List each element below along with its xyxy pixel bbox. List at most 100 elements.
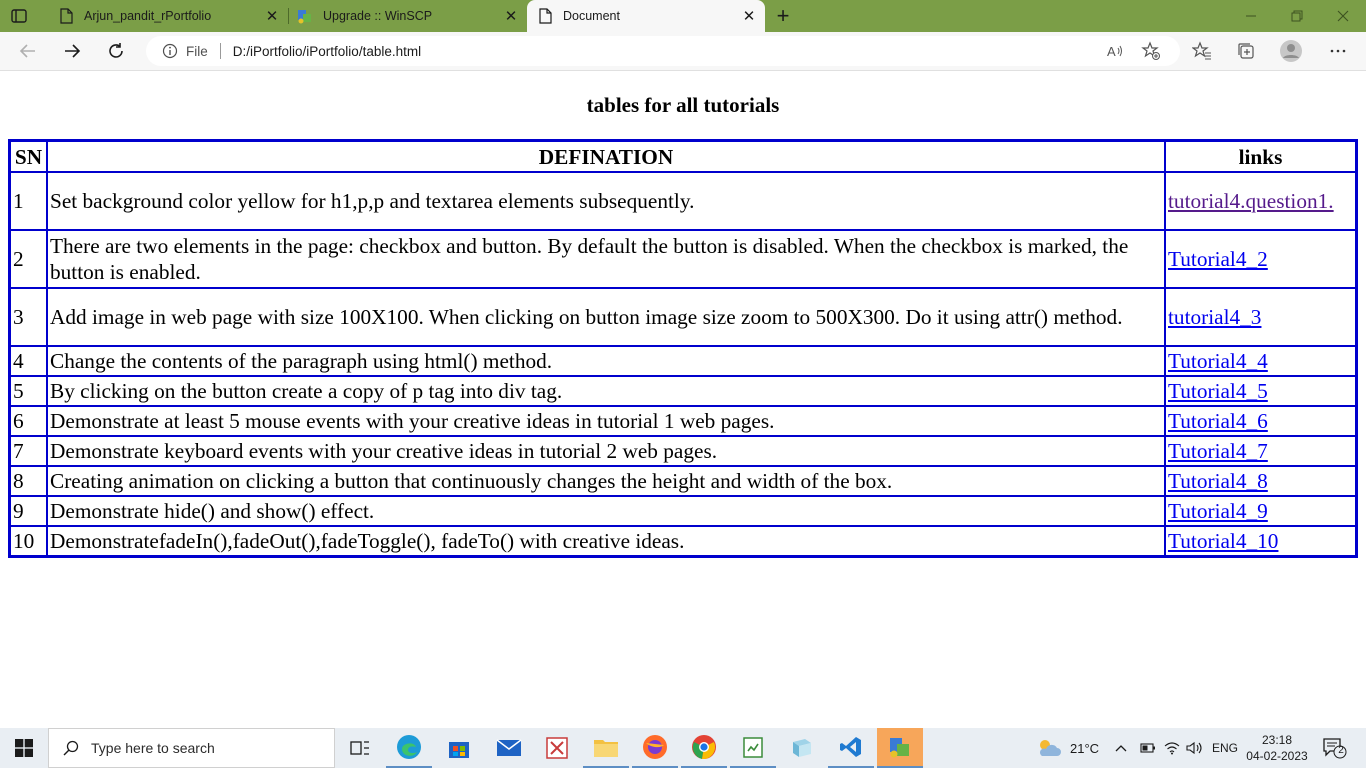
row-definition: By clicking on the button create a copy … [47, 376, 1165, 406]
back-button[interactable] [14, 37, 42, 65]
tutorial-link[interactable]: Tutorial4_9 [1168, 499, 1268, 523]
table-row: 9 Demonstrate hide() and show() effect. … [10, 496, 1356, 526]
table-row: 4 Change the contents of the paragraph u… [10, 346, 1356, 376]
row-sn: 1 [10, 172, 47, 230]
clock-time: 23:18 [1261, 733, 1293, 747]
weather-icon [1036, 737, 1062, 759]
file-explorer-icon[interactable] [583, 728, 629, 768]
winscp-icon[interactable] [877, 728, 923, 768]
row-link-cell: Tutorial4_6 [1165, 406, 1356, 436]
row-definition: Creating animation on clicking a button … [47, 466, 1165, 496]
row-sn: 10 [10, 526, 47, 556]
collections-icon[interactable] [1233, 38, 1259, 64]
close-window-button[interactable] [1320, 0, 1366, 32]
header-definition: DEFINATION [47, 141, 1165, 172]
url-text[interactable]: D:/iPortfolio/iPortfolio/table.html [233, 44, 421, 59]
row-link-cell: Tutorial4_4 [1165, 346, 1356, 376]
mail-icon[interactable] [486, 728, 532, 768]
tab-actions-icon[interactable] [10, 7, 28, 25]
tutorial-link[interactable]: Tutorial4_5 [1168, 379, 1268, 403]
taskbar: Type here to search 21°C ENG 23:18 04-02… [0, 728, 1366, 768]
row-definition: Demonstrate at least 5 mouse events with… [47, 406, 1165, 436]
tutorial-link[interactable]: Tutorial4_4 [1168, 349, 1268, 373]
app-icon[interactable] [779, 728, 825, 768]
row-link-cell: Tutorial4_5 [1165, 376, 1356, 406]
tutorial-link[interactable]: Tutorial4_6 [1168, 409, 1268, 433]
start-button[interactable] [0, 728, 48, 768]
notepad-icon[interactable] [730, 728, 776, 768]
row-link-cell: Tutorial4_8 [1165, 466, 1356, 496]
row-sn: 4 [10, 346, 47, 376]
row-definition: Demonstrate keyboard events with your cr… [47, 436, 1165, 466]
scheme-label: File [186, 43, 208, 59]
add-favorite-icon[interactable] [1138, 38, 1164, 64]
volume-icon[interactable] [1186, 728, 1204, 768]
refresh-button[interactable] [102, 37, 130, 65]
tutorial-link[interactable]: tutorial4_3 [1168, 305, 1261, 329]
row-sn: 2 [10, 230, 47, 288]
row-link-cell: tutorial4_3 [1165, 288, 1356, 346]
page-content: tables for all tutorials SN DEFINATION l… [0, 71, 1366, 728]
tutorial-link[interactable]: Tutorial4_10 [1168, 529, 1278, 553]
restore-button[interactable] [1274, 0, 1320, 32]
read-aloud-icon[interactable]: A [1102, 38, 1128, 64]
notification-center-icon[interactable]: 2 [1322, 728, 1348, 768]
info-icon[interactable] [162, 43, 178, 59]
tab-portfolio[interactable]: Arjun_pandit_rPortfolio ✕ [48, 0, 288, 32]
favorites-icon[interactable] [1189, 38, 1215, 64]
row-sn: 3 [10, 288, 47, 346]
table-row: 10 DemonstratefadeIn(),fadeOut(),fadeTog… [10, 526, 1356, 556]
more-options-icon[interactable] [1325, 38, 1351, 64]
header-links: links [1165, 141, 1356, 172]
firefox-icon[interactable] [632, 728, 678, 768]
row-definition: Set background color yellow for h1,p,p a… [47, 172, 1165, 230]
header-sn: SN [10, 141, 47, 172]
search-placeholder: Type here to search [91, 740, 215, 756]
svg-text:A: A [1107, 44, 1116, 59]
tutorial-link[interactable]: tutorial4.question1. [1168, 189, 1334, 213]
divider [219, 43, 221, 59]
profile-avatar[interactable] [1278, 38, 1304, 64]
close-icon[interactable]: ✕ [501, 6, 521, 26]
taskbar-search-box[interactable]: Type here to search [48, 728, 335, 768]
tab-document[interactable]: Document ✕ [527, 0, 765, 32]
weather-widget[interactable]: 21°C [1036, 728, 1099, 768]
battery-icon[interactable] [1140, 728, 1156, 768]
tutorial-link[interactable]: Tutorial4_7 [1168, 439, 1268, 463]
row-link-cell: Tutorial4_10 [1165, 526, 1356, 556]
minimize-button[interactable] [1228, 0, 1274, 32]
row-definition: Demonstrate hide() and show() effect. [47, 496, 1165, 526]
app-icon[interactable] [534, 728, 580, 768]
tutorial-link[interactable]: Tutorial4_2 [1168, 247, 1268, 271]
close-icon[interactable]: ✕ [262, 6, 282, 26]
row-link-cell: Tutorial4_7 [1165, 436, 1356, 466]
page-title: tables for all tutorials [586, 93, 780, 117]
row-definition: There are two elements in the page: chec… [47, 230, 1165, 288]
table-row: 5 By clicking on the button create a cop… [10, 376, 1356, 406]
language-indicator[interactable]: ENG [1212, 728, 1238, 768]
winscp-icon [297, 8, 313, 24]
show-hidden-icons[interactable] [1114, 728, 1128, 768]
address-bar[interactable]: File D:/iPortfolio/iPortfolio/table.html [146, 36, 1180, 66]
forward-button[interactable] [58, 37, 86, 65]
row-sn: 9 [10, 496, 47, 526]
weather-temp: 21°C [1070, 740, 1100, 756]
tab-title: Document [563, 9, 620, 23]
table-row: 7 Demonstrate keyboard events with your … [10, 436, 1356, 466]
tab-title: Upgrade :: WinSCP [323, 9, 433, 23]
tutorial-link[interactable]: Tutorial4_8 [1168, 469, 1268, 493]
wifi-icon[interactable] [1164, 728, 1180, 768]
store-icon[interactable] [436, 728, 482, 768]
row-sn: 8 [10, 466, 47, 496]
edge-icon[interactable] [386, 728, 432, 768]
tab-winscp[interactable]: Upgrade :: WinSCP ✕ [287, 0, 527, 32]
clock[interactable]: 23:18 04-02-2023 [1244, 732, 1310, 764]
close-icon[interactable]: ✕ [739, 6, 759, 26]
chrome-icon[interactable] [681, 728, 727, 768]
tab-title: Arjun_pandit_rPortfolio [84, 9, 212, 23]
row-link-cell: Tutorial4_9 [1165, 496, 1356, 526]
vscode-icon[interactable] [828, 728, 874, 768]
task-view-icon[interactable] [337, 728, 383, 768]
new-tab-button[interactable]: + [772, 3, 794, 28]
row-definition: DemonstratefadeIn(),fadeOut(),fadeToggle… [47, 526, 1165, 556]
